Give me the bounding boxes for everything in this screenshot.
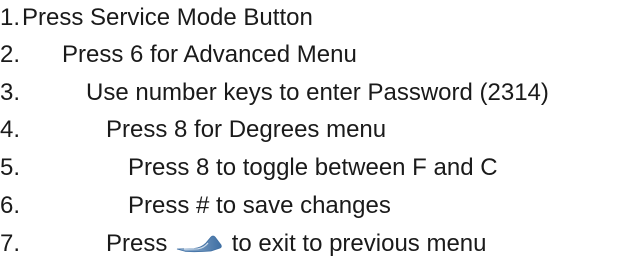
step-text: Press Service Mode Button [22,4,313,31]
step-text-after-icon: to exit to previous menu [231,230,487,257]
step-number: 5. [0,154,21,181]
step-number: 2. [0,41,21,68]
step-text: Press 6 for Advanced Menu [62,41,357,68]
step-text: Press 8 for Degrees menu [106,116,387,143]
step-number: 1. [0,4,21,31]
step-number: 3. [0,79,21,106]
step-text-before-icon: Press [106,230,168,257]
instruction-list: 1. Press Service Mode Button 2. Press 6 … [0,0,640,269]
step-number: 4. [0,116,21,143]
step-text: Press # to save changes [128,192,391,219]
step-text: Use number keys to enter Password (2314) [86,79,549,106]
step-text: Press to exit to previous menu [106,226,487,262]
step-number: 7. [0,230,21,257]
step-text: Press 8 to toggle between F and C [128,154,498,181]
step-number: 6. [0,192,21,219]
back-arrow-icon [176,235,222,252]
